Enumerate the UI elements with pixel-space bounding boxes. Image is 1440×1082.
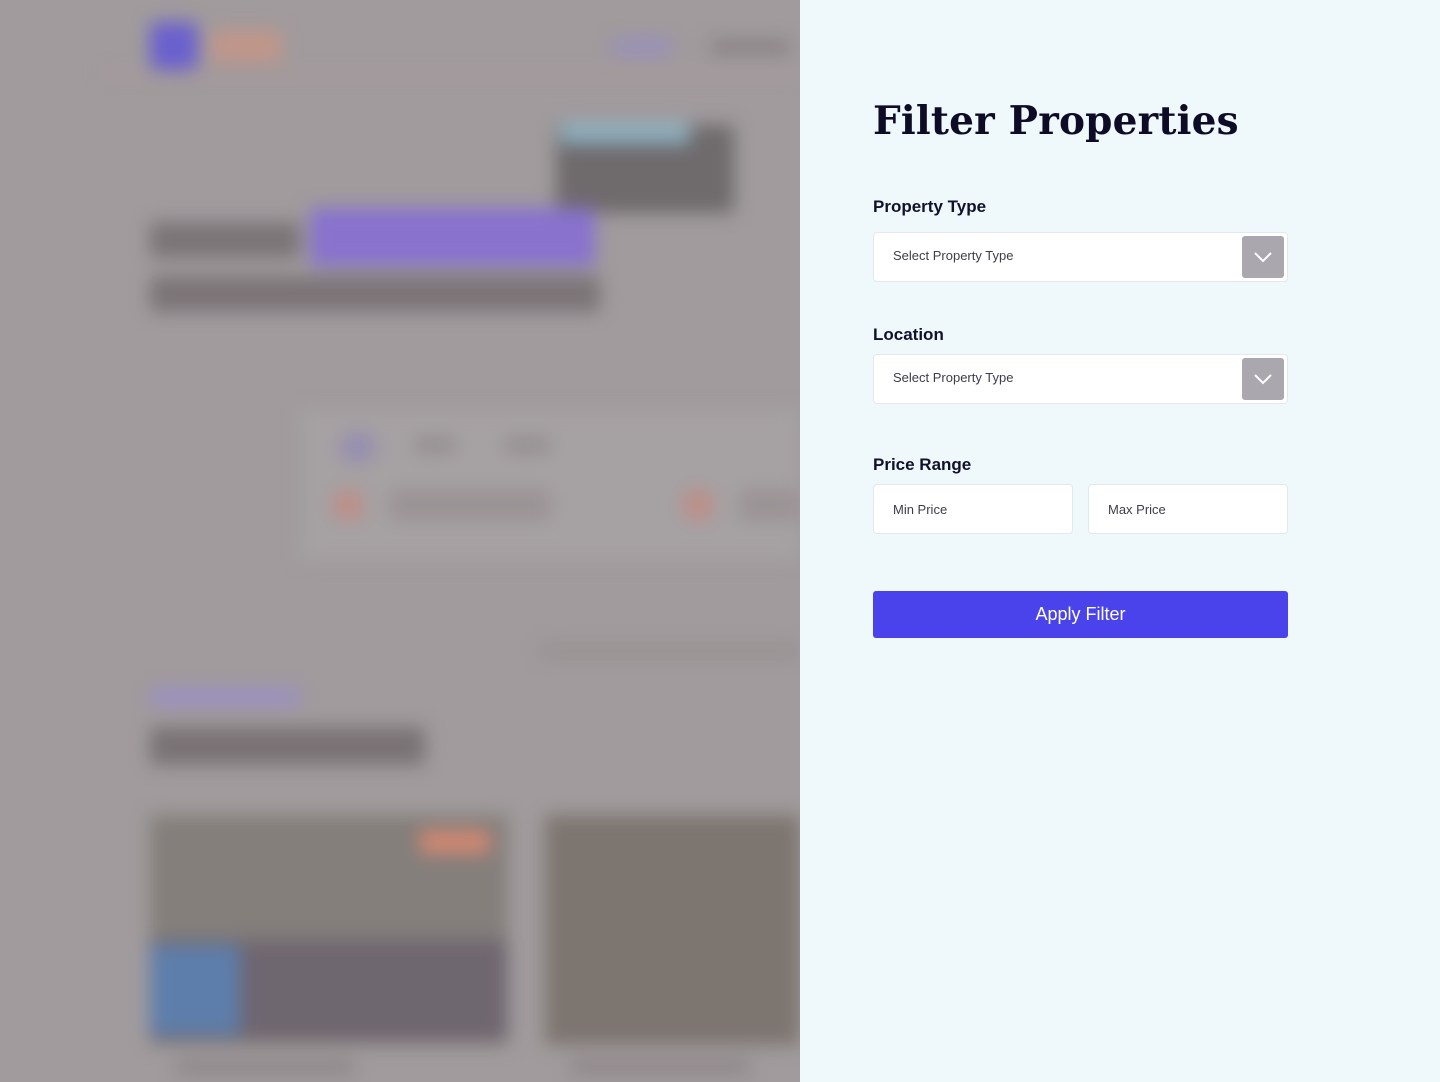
property-type-select[interactable]: Select Property Type xyxy=(873,232,1288,282)
location-select[interactable]: Select Property Type xyxy=(873,354,1288,404)
min-price-input[interactable] xyxy=(873,484,1073,534)
apply-filter-button[interactable]: Apply Filter xyxy=(873,591,1288,638)
modal-overlay[interactable] xyxy=(0,0,800,1082)
filter-panel: Filter Properties Property Type Select P… xyxy=(800,0,1440,1082)
background-page xyxy=(0,0,800,1082)
panel-title: Filter Properties xyxy=(873,98,1239,144)
chevron-down-icon[interactable] xyxy=(1242,358,1284,400)
location-value: Select Property Type xyxy=(893,370,1014,385)
location-label: Location xyxy=(873,325,944,344)
property-type-value: Select Property Type xyxy=(893,248,1014,263)
property-type-label: Property Type xyxy=(873,197,987,216)
chevron-down-icon[interactable] xyxy=(1242,236,1284,278)
max-price-input[interactable] xyxy=(1088,484,1288,534)
price-range-label: Price Range xyxy=(873,455,972,474)
